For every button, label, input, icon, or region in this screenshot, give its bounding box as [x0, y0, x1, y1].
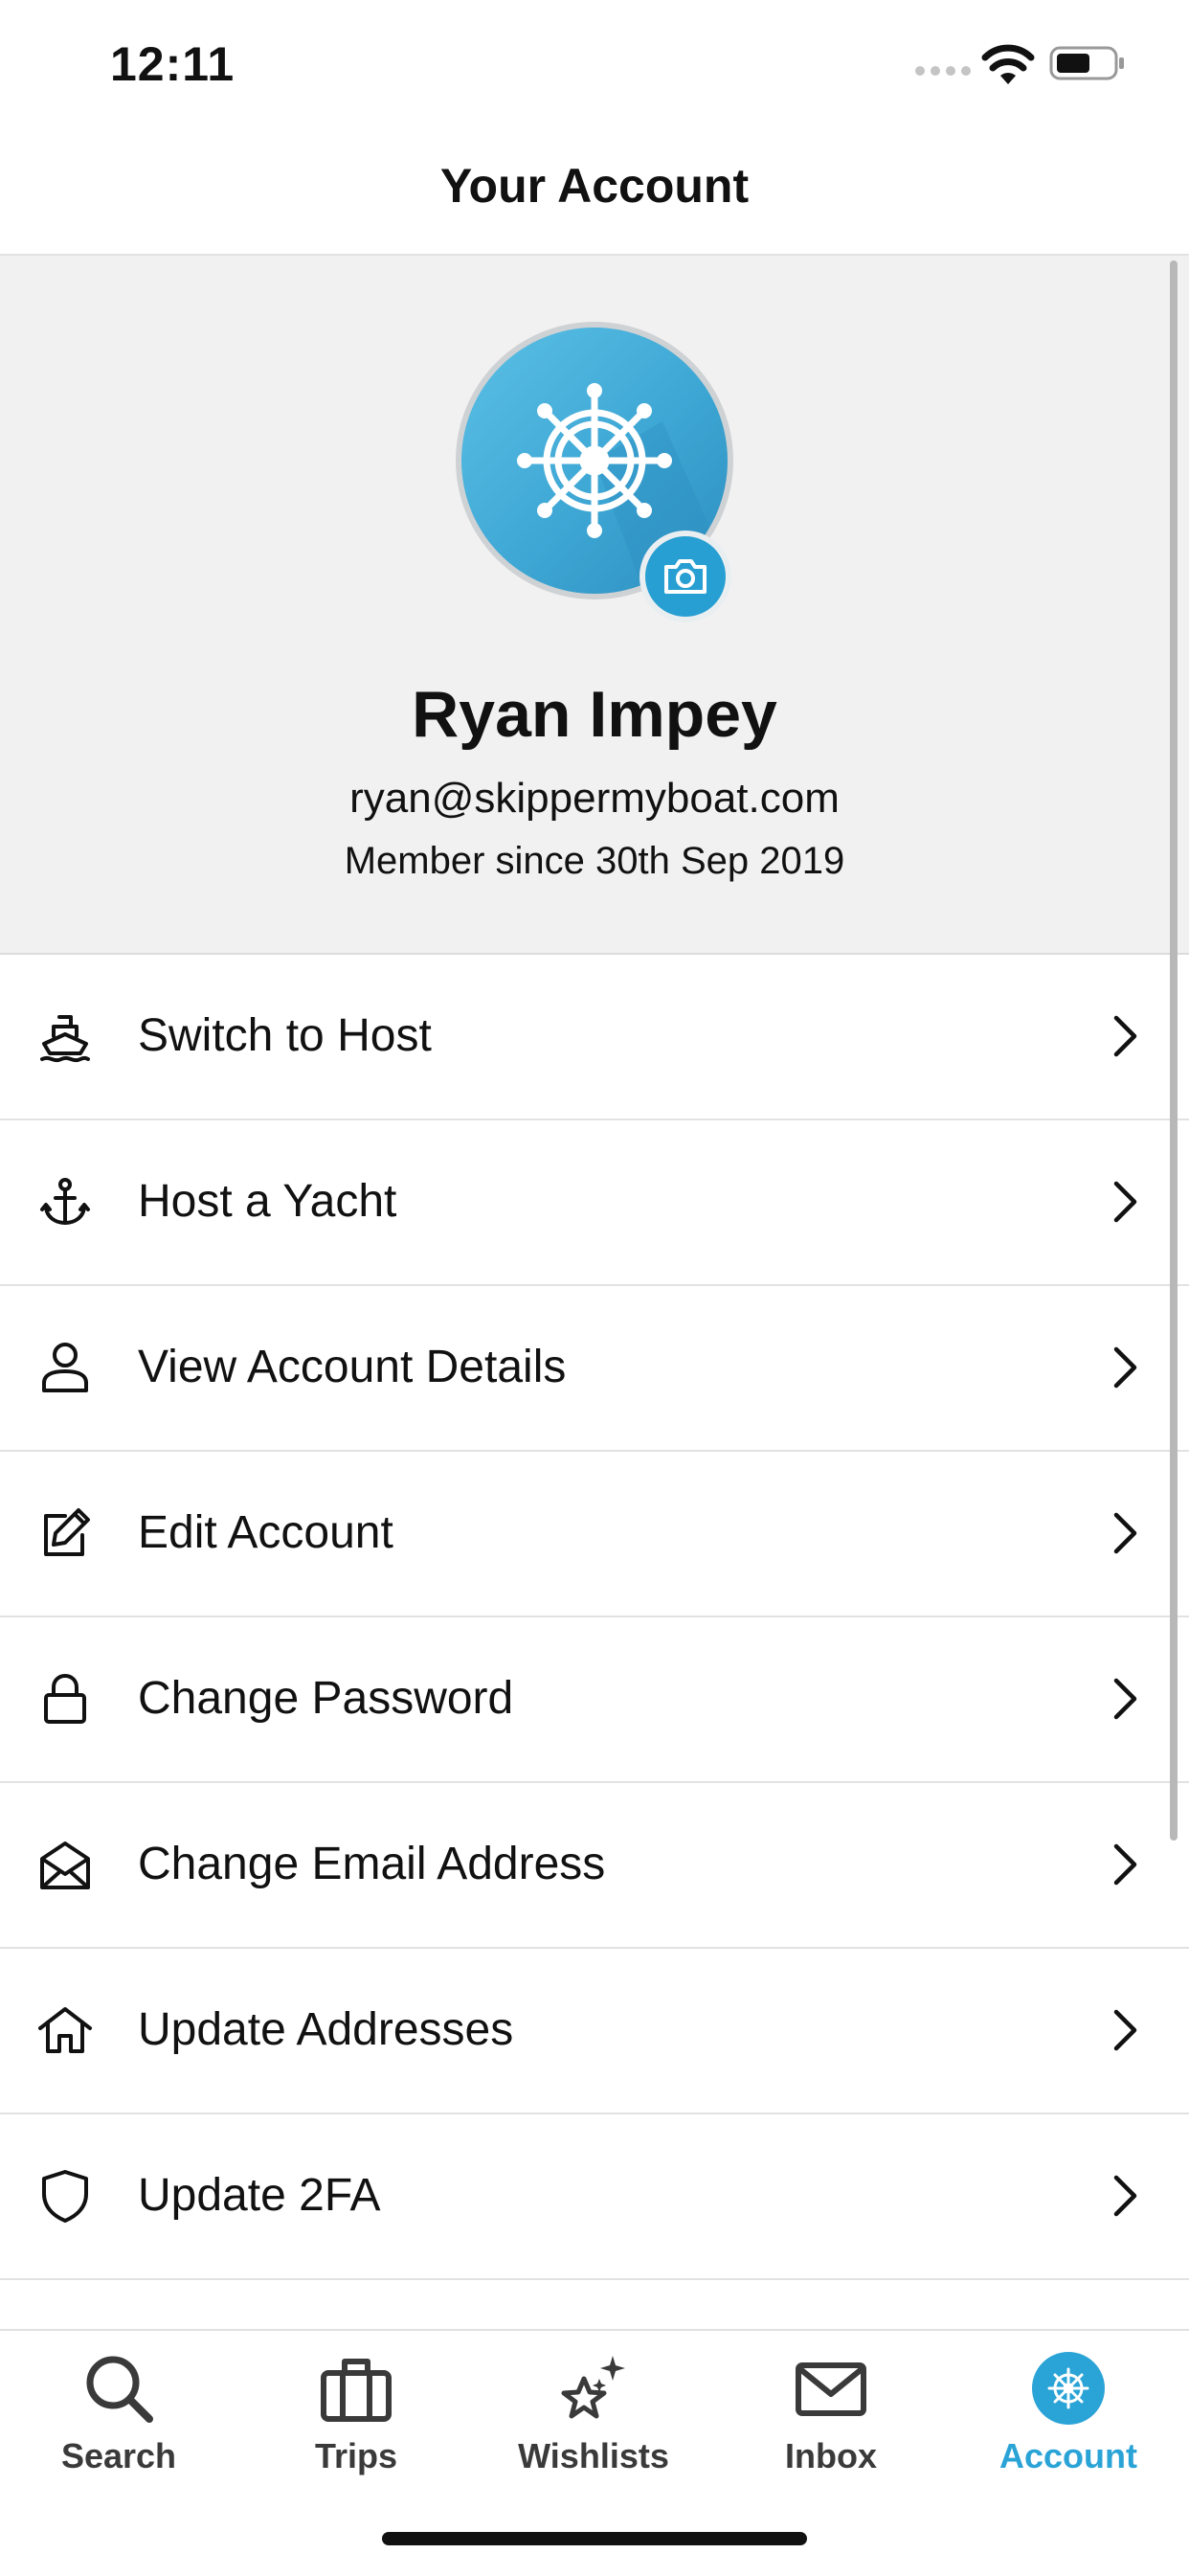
- chevron-right-icon: [1113, 1181, 1137, 1223]
- menu-item-label: Change Email Address: [138, 1839, 606, 1889]
- tab-trips[interactable]: Trips: [237, 2331, 475, 2503]
- menu-item-label: Update 2FA: [138, 2170, 381, 2221]
- tab-label: Wishlists: [518, 2436, 669, 2475]
- menu-item-change-password[interactable]: Change Password: [0, 1617, 1189, 1783]
- user-icon: [42, 1343, 88, 1392]
- chevron-right-icon: [1113, 2175, 1137, 2217]
- shield-icon: [42, 2170, 88, 2223]
- chevron-right-icon: [1113, 1015, 1137, 1057]
- menu-item-label: Switch to Host: [138, 1010, 432, 1061]
- status-bar: 12:11: [0, 0, 1189, 129]
- chevron-right-icon: [1113, 1346, 1137, 1389]
- ship-icon: [40, 1015, 90, 1063]
- tab-label: Trips: [314, 2436, 398, 2475]
- star-sparkle-icon: [561, 2356, 625, 2419]
- briefcase-icon: [321, 2359, 392, 2422]
- edit-icon: [44, 1508, 90, 1556]
- menu-item-host-a-yacht[interactable]: Host a Yacht: [0, 1120, 1189, 1286]
- member-since: Member since 30th Sep 2019: [344, 840, 845, 882]
- status-time: 12:11: [110, 37, 236, 91]
- tab-label: Account: [999, 2436, 1137, 2475]
- menu-item-view-account-details[interactable]: View Account Details: [0, 1286, 1189, 1452]
- chevron-right-icon: [1113, 1678, 1137, 1720]
- profile-name: Ryan Impey: [412, 678, 777, 751]
- home-indicator[interactable]: [382, 2532, 807, 2545]
- tab-inbox[interactable]: Inbox: [712, 2331, 950, 2503]
- lock-icon: [44, 1674, 86, 1724]
- menu-item-label: Change Password: [138, 1673, 514, 1724]
- menu-item-label: Edit Account: [138, 1507, 393, 1558]
- tab-search[interactable]: Search: [0, 2331, 237, 2503]
- menu-item-label: Update Addresses: [138, 2004, 514, 2055]
- change-photo-button[interactable]: [639, 531, 731, 622]
- envelope-open-icon: [40, 1842, 90, 1889]
- menu-item-switch-to-host[interactable]: Switch to Host: [0, 955, 1189, 1120]
- chevron-right-icon: [1113, 2009, 1137, 2051]
- navigation-bar: Your Account: [0, 129, 1189, 256]
- cellular-signal-icon: [915, 66, 971, 76]
- ship-wheel-icon: [1032, 2352, 1105, 2425]
- battery-icon: [1049, 46, 1124, 80]
- wifi-icon: [981, 44, 1035, 84]
- menu-item-edit-account[interactable]: Edit Account: [0, 1452, 1189, 1617]
- envelope-icon: [796, 2362, 866, 2416]
- tab-account[interactable]: Account: [950, 2331, 1187, 2503]
- chevron-right-icon: [1113, 1843, 1137, 1886]
- tab-wishlists[interactable]: Wishlists: [475, 2331, 712, 2503]
- account-menu: Switch to Host Host a Yacht View Account…: [0, 955, 1189, 2280]
- profile-header: Ryan Impey ryan@skippermyboat.com Member…: [0, 256, 1189, 955]
- home-icon: [38, 2007, 92, 2053]
- scrollbar[interactable]: [1170, 260, 1178, 1841]
- chevron-right-icon: [1113, 1512, 1137, 1554]
- search-icon: [86, 2356, 153, 2423]
- menu-item-label: Host a Yacht: [138, 1176, 397, 1227]
- camera-icon: [664, 559, 707, 594]
- anchor-icon: [40, 1178, 90, 1225]
- menu-item-change-email-address[interactable]: Change Email Address: [0, 1783, 1189, 1949]
- profile-email: ryan@skippermyboat.com: [349, 775, 840, 822]
- page-title: Your Account: [439, 159, 750, 213]
- tab-label: Search: [60, 2436, 177, 2475]
- tab-label: Inbox: [785, 2436, 877, 2475]
- menu-item-update-2fa[interactable]: Update 2FA: [0, 2114, 1189, 2280]
- menu-item-update-addresses[interactable]: Update Addresses: [0, 1949, 1189, 2114]
- menu-item-label: View Account Details: [138, 1342, 567, 1392]
